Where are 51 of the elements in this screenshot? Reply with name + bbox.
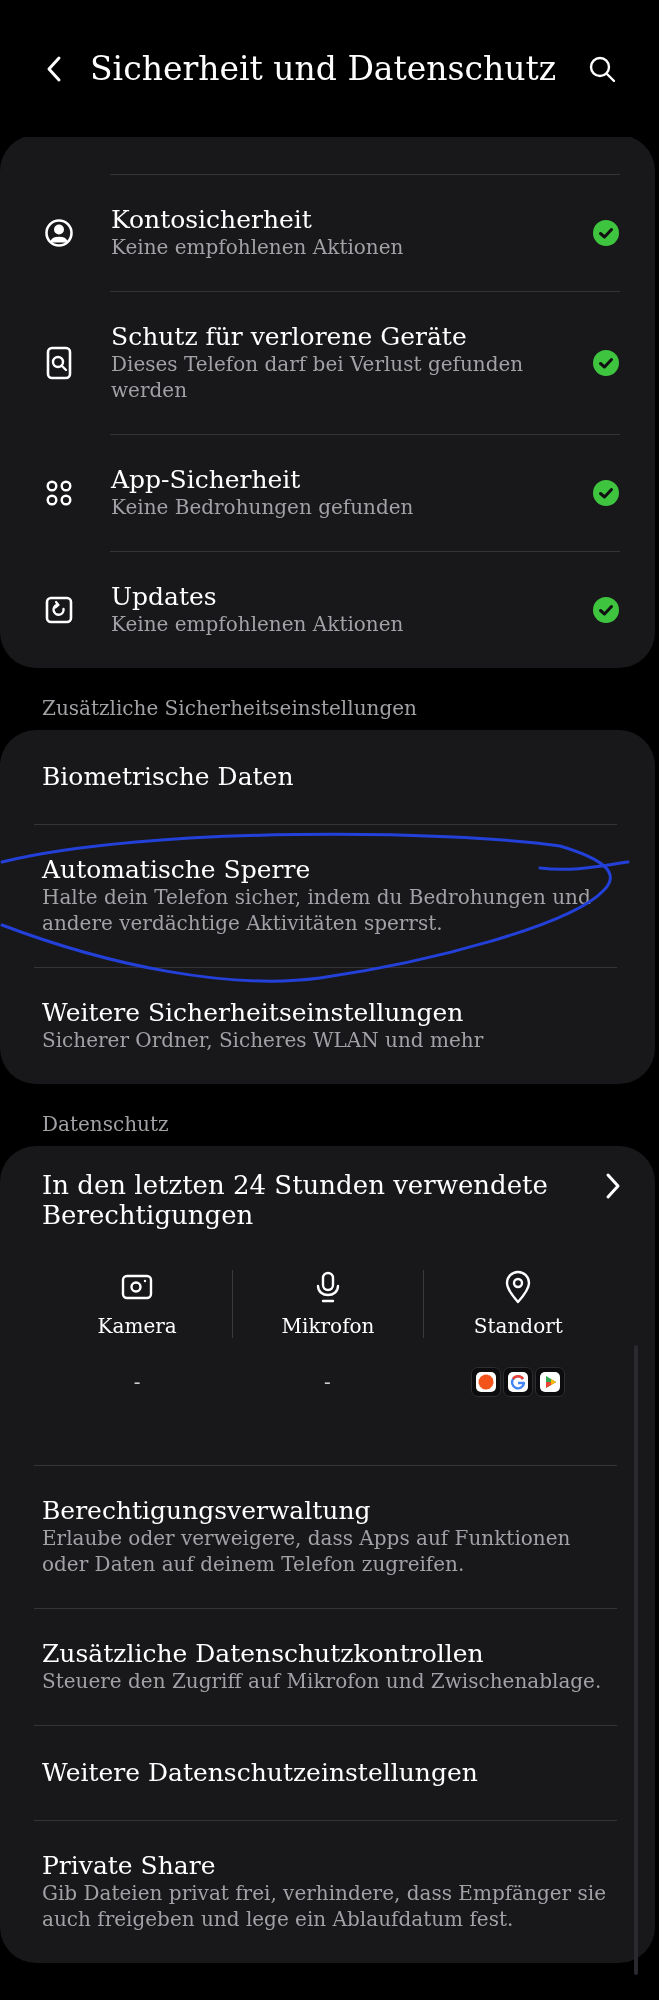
app-icon [502,1367,533,1397]
item-title: Schutz für verlorene Geräte [111,323,468,351]
item-title: Biometrische Daten [42,763,294,791]
search-icon [588,54,616,83]
app-icon [470,1367,501,1397]
permission-value: - [133,1370,141,1394]
permission-label: Kamera [97,1314,177,1338]
person-circle-icon [44,218,74,248]
settings-row[interactable]: Kontosicherheit Keine empfohlenen Aktionen [0,175,655,291]
item-subtitle: Steuere den Zugriff auf Mikrofon und Zwischenablage. [42,1668,602,1694]
permission-value: - [324,1370,331,1394]
back-icon [46,54,62,83]
item-subtitle: Gib Dateien privat frei, verhindere, dass Empfänger sie auch freigeben und lege ein Ablaufdatum fest. [42,1880,607,1932]
page-title: Sicherheit und Datenschutz [90,48,557,89]
phone-search-icon [44,346,74,380]
settings-row[interactable]: Berechtigungsverwaltung Erlaube oder verweigere, dass Apps auf Funktionen oder Daten auf deinem Telefon zugreifen. [0,1466,655,1608]
section-heading: Zusätzliche Sicherheitseinstellungen [42,696,418,720]
settings-row[interactable]: Weitere Datenschutzeinstellungen [0,1726,655,1820]
settings-row[interactable]: Zusätzliche Datenschutzkontrollen Steuere den Zugriff auf Mikrofon und Zwischenablage. [0,1609,655,1725]
item-subtitle: Sicherer Ordner, Sicheres WLAN und mehr [42,1027,484,1053]
item-subtitle: Dieses Telefon darf bei Verlust gefunden werden [111,351,525,403]
item-subtitle: Halte dein Telefon sicher, indem du Bedrohungen und andere verdächtige Aktivitäten sperrst. [42,884,592,936]
chevron-right-icon [605,1172,621,1200]
item-title: Berechtigungsverwaltung [42,1497,372,1525]
settings-row[interactable]: Automatische Sperre Halte dein Telefon sicher, indem du Bedrohungen und andere verdächtige Aktivitäten sperrst. [0,825,655,967]
item-title: Automatische Sperre [42,856,312,884]
item-subtitle: Keine Bedrohungen gefunden [111,494,415,520]
item-title: App-Sicherheit [111,466,302,494]
settings-row[interactable]: Schutz für verlorene Geräte Dieses Telefon darf bei Verlust gefunden werden [0,292,655,434]
permission-label: Mikrofon [281,1314,375,1338]
four-circles-icon [44,478,74,508]
item-title: Kontosicherheit [111,206,313,234]
settings-row[interactable]: App-Sicherheit Keine Bedrohungen gefunden [0,435,655,551]
item-title: In den letzten 24 Stunden verwendete Berechtigungen [42,1170,549,1230]
refresh-square-icon [44,595,74,625]
permission-label: Standort [473,1314,563,1338]
item-title: Zusätzliche Datenschutzkontrollen [42,1640,485,1668]
item-title: Private Share [42,1852,217,1880]
item-subtitle: Keine empfohlenen Aktionen [111,234,405,260]
item-title: Weitere Datenschutzeinstellungen [42,1759,478,1787]
item-subtitle: Erlaube oder verweigere, dass Apps auf Funktionen oder Daten auf deinem Telefon zugreifen. [42,1525,572,1577]
item-title: Updates [111,583,218,611]
settings-row[interactable]: Private Share Gib Dateien privat frei, verhindere, dass Empfänger sie auch freigeben und lege ein Ablaufdatum fest. [0,1821,655,1963]
app-icon [534,1367,565,1397]
section-heading: Datenschutz [42,1112,170,1136]
settings-row[interactable]: Updates Keine empfohlenen Aktionen [0,552,655,668]
settings-row[interactable]: Weitere Sicherheitseinstellungen Sicherer Ordner, Sicheres WLAN und mehr [0,968,655,1084]
item-subtitle: Keine empfohlenen Aktionen [111,611,405,637]
recent-permissions-header[interactable]: In den letzten 24 Stunden verwendete Berechtigungen [0,1146,655,1230]
item-title: Weitere Sicherheitseinstellungen [42,999,465,1027]
settings-row[interactable]: Biometrische Daten [0,730,655,824]
